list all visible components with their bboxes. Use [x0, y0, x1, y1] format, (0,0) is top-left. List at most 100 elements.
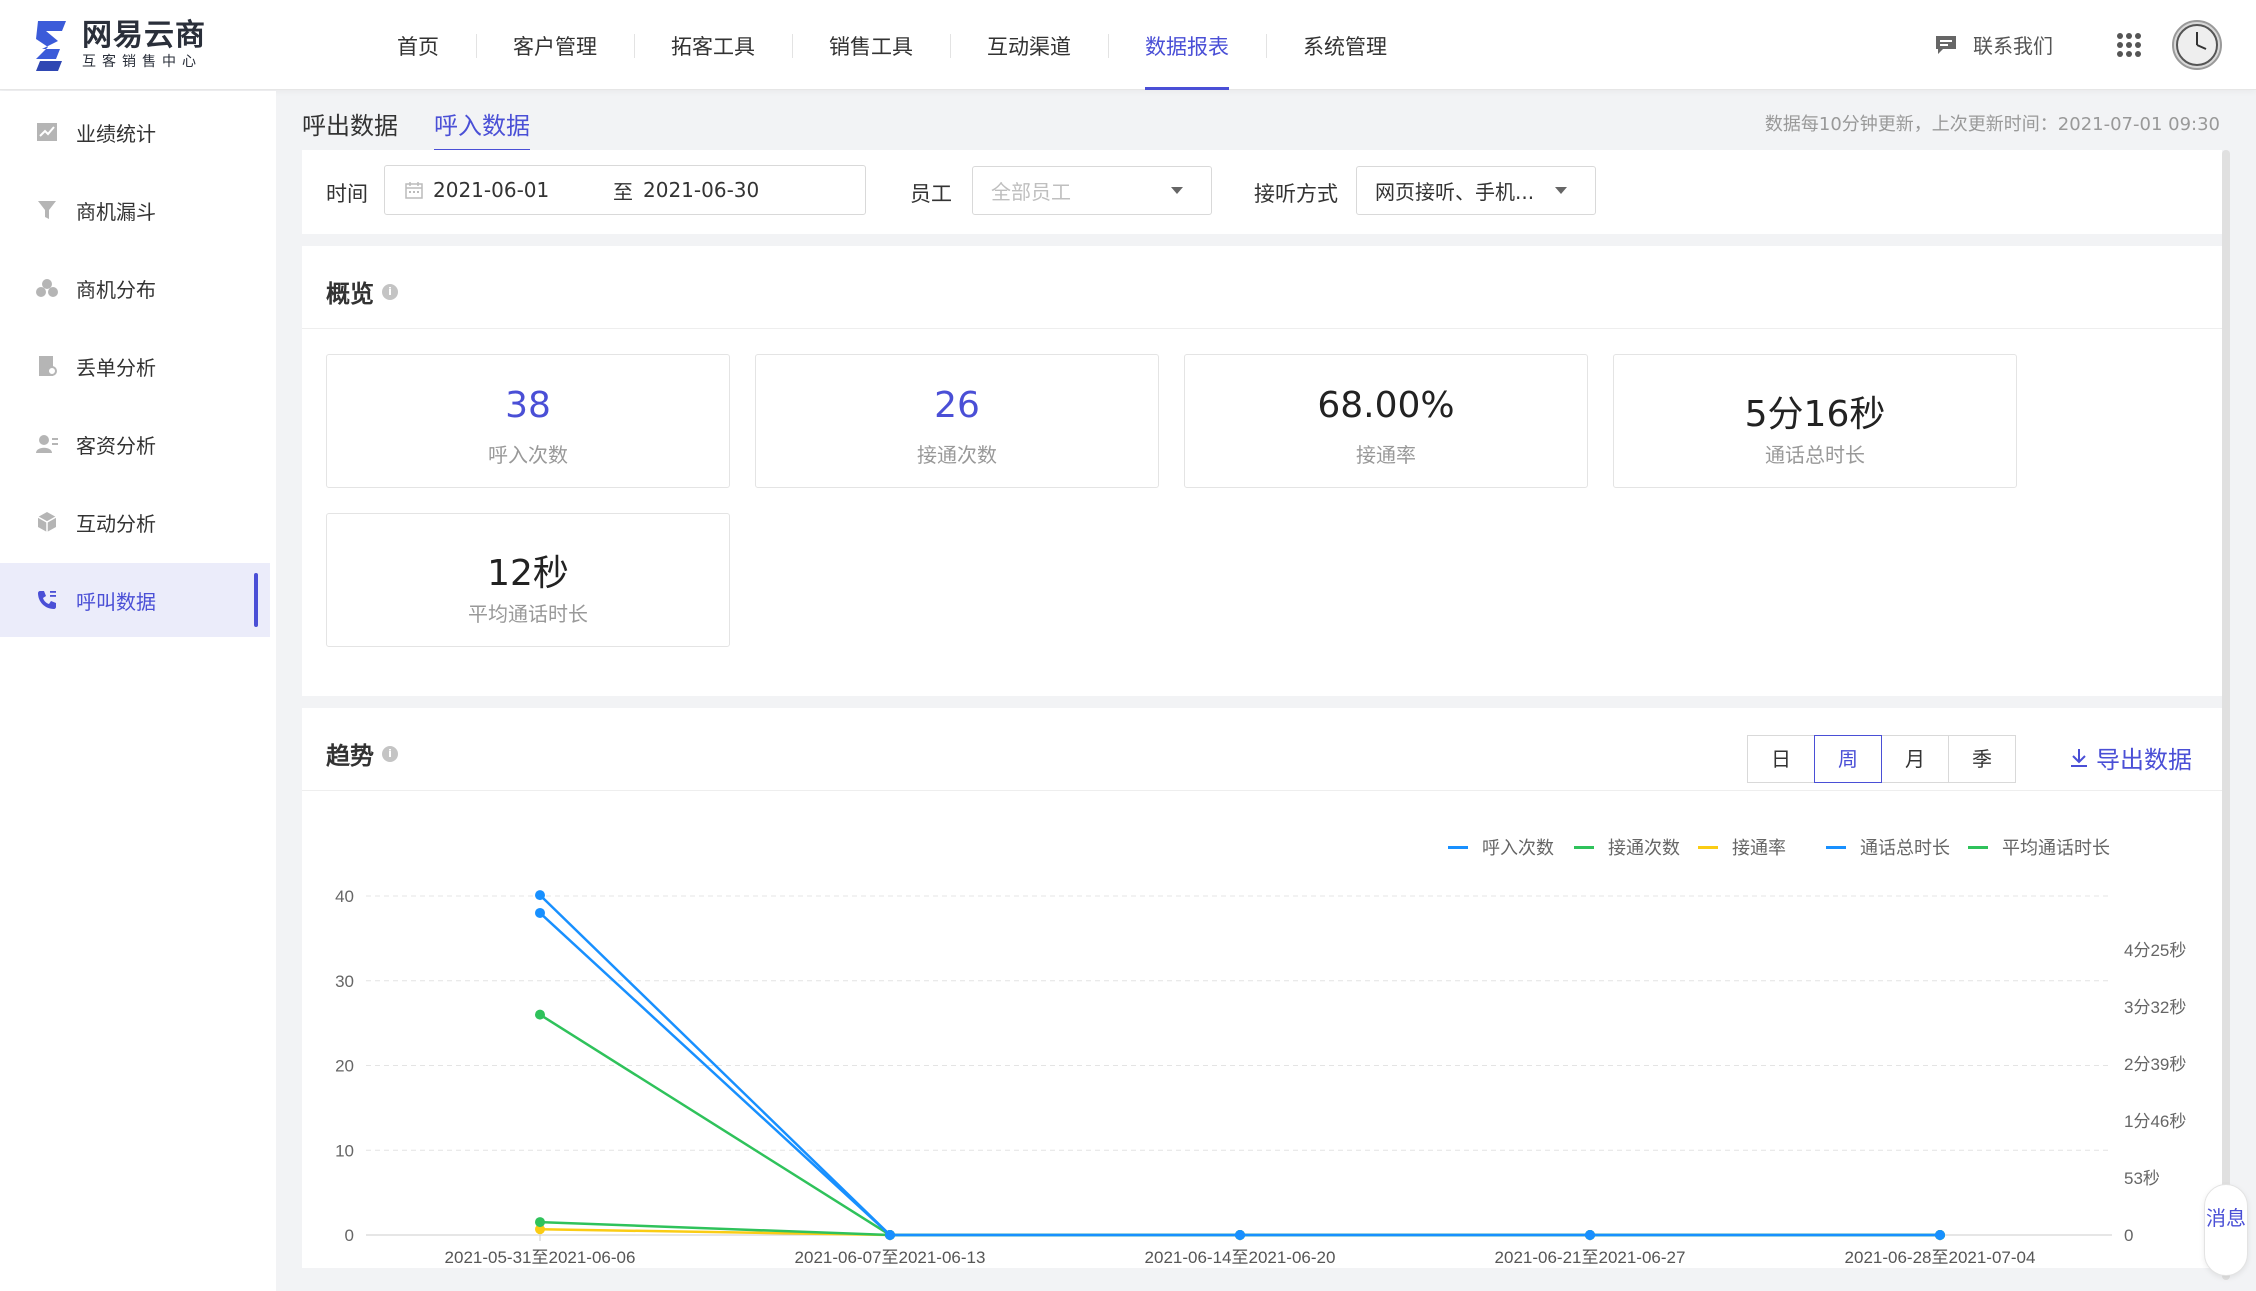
stat-value: 12秒 [487, 553, 569, 594]
page-scrollbar[interactable] [2222, 150, 2230, 1280]
y-right-tick-label: 4分25秒 [2124, 941, 2186, 960]
app-grid-icon[interactable] [2117, 33, 2141, 57]
y-left-tick-label: 40 [335, 887, 354, 906]
legend-item[interactable]: 通话总时长 [1826, 834, 1950, 860]
logo[interactable]: 网易云商 互客销售中心 [32, 16, 206, 74]
sidebar-item-lost-orders[interactable]: 丢单分析 [0, 329, 276, 403]
data-point [1235, 1230, 1245, 1240]
document-icon [36, 355, 58, 377]
y-right-tick-label: 1分46秒 [2124, 1112, 2186, 1131]
data-point [1585, 1230, 1595, 1240]
sidebar-item-label: 丢单分析 [76, 355, 156, 380]
legend-label: 平均通话时长 [2002, 838, 2110, 859]
tab-outbound-data[interactable]: 呼出数据 [302, 106, 398, 152]
cube-icon [36, 511, 58, 533]
data-point [885, 1230, 895, 1240]
staff-select[interactable]: 全部员工 [972, 166, 1212, 215]
sidebar: 业绩统计 商机漏斗 商机分布 丢单分析 客资分析 互动分析 呼叫数据 [0, 91, 276, 1291]
sidebar-item-performance[interactable]: 业绩统计 [0, 95, 276, 169]
data-point [535, 907, 545, 918]
nav-sales-tools[interactable]: 销售工具 [792, 0, 950, 90]
nav-data-reports[interactable]: 数据报表 [1108, 0, 1266, 90]
nav-prospecting-tools[interactable]: 拓客工具 [634, 0, 792, 90]
legend-label: 接通次数 [1608, 838, 1680, 859]
sidebar-item-distribution[interactable]: 商机分布 [0, 251, 276, 325]
y-right-tick-label: 2分39秒 [2124, 1055, 2186, 1074]
x-tick-label: 2021-06-14至2021-06-20 [1145, 1248, 1336, 1267]
data-point [1235, 1230, 1245, 1240]
sidebar-item-label: 商机漏斗 [76, 199, 156, 224]
floating-messages-button[interactable]: 消息 [2204, 1184, 2248, 1276]
data-point [1235, 1230, 1245, 1240]
period-quarter-button[interactable]: 季 [1948, 735, 2016, 783]
y-right-tick-label: 0 [2124, 1226, 2133, 1245]
sidebar-item-label: 商机分布 [76, 277, 156, 302]
series-line-2 [539, 1227, 1940, 1237]
chevron-down-icon [1555, 187, 1567, 194]
data-point [1585, 1230, 1595, 1240]
overview-panel: 概览 i 38 呼入次数 26 接通次数 68.00% 接通率 5分16秒 通话… [302, 246, 2222, 696]
main-nav: 首页 客户管理 拓客工具 销售工具 互动渠道 数据报表 系统管理 [360, 0, 1424, 90]
data-point [1235, 1230, 1245, 1240]
phone-icon [36, 589, 58, 611]
user-card-icon [36, 433, 58, 455]
data-point [1935, 1230, 1945, 1240]
answer-method-label: 接听方式 [1254, 182, 1338, 206]
logo-icon [36, 21, 66, 71]
stat-label: 呼入次数 [488, 443, 568, 467]
stat-value[interactable]: 38 [327, 385, 729, 426]
data-point [1935, 1230, 1945, 1240]
logo-title: 网易云商 [82, 18, 206, 53]
legend-swatch [1448, 845, 1468, 849]
nav-home[interactable]: 首页 [360, 0, 476, 90]
contact-us-link[interactable]: 联系我们 [1935, 30, 2053, 59]
sidebar-item-funnel[interactable]: 商机漏斗 [0, 173, 276, 247]
info-icon[interactable]: i [382, 745, 398, 762]
chat-bubble-icon [1936, 35, 1956, 54]
y-left-tick-label: 20 [335, 1057, 354, 1076]
legend-item[interactable]: 平均通话时长 [1968, 834, 2110, 860]
filter-panel: 时间 2021-06-01 至 2021-06-30 员工 全部员工 接听方式 … [302, 150, 2222, 234]
sidebar-item-call-data[interactable]: 呼叫数据 [0, 563, 270, 637]
tab-inbound-data[interactable]: 呼入数据 [434, 106, 530, 152]
period-month-button[interactable]: 月 [1881, 735, 1949, 783]
legend-swatch [1968, 845, 1988, 849]
sidebar-item-label: 互动分析 [76, 511, 156, 536]
avatar[interactable] [2172, 20, 2222, 70]
legend-item[interactable]: 呼入次数 [1448, 834, 1554, 860]
data-point [1935, 1230, 1945, 1240]
nav-customer-management[interactable]: 客户管理 [476, 0, 634, 90]
data-point [1585, 1230, 1595, 1240]
period-day-button[interactable]: 日 [1747, 735, 1815, 783]
export-data-label: 导出数据 [2096, 746, 2192, 774]
y-left-tick-label: 30 [335, 972, 354, 991]
legend-item[interactable]: 接通率 [1698, 834, 1786, 860]
nav-interaction-channels[interactable]: 互动渠道 [950, 0, 1108, 90]
answer-method-value: 网页接听、手机... [1375, 180, 1535, 204]
legend-item[interactable]: 接通次数 [1574, 834, 1680, 860]
series-line-4 [539, 1220, 1940, 1237]
legend-swatch [1574, 845, 1594, 849]
date-range-picker[interactable]: 2021-06-01 至 2021-06-30 [384, 165, 866, 215]
trend-panel: 趋势 i 日 周 月 季 导出数据 呼入次数 接通次数 接通率 通话总时长 平均通话时长… [302, 708, 2222, 1268]
answer-method-select[interactable]: 网页接听、手机... [1356, 166, 1596, 215]
nav-system-management[interactable]: 系统管理 [1266, 0, 1424, 90]
stat-value[interactable]: 26 [756, 385, 1158, 426]
sidebar-item-customer-analysis[interactable]: 客资分析 [0, 407, 276, 481]
date-end-value[interactable]: 2021-06-30 [643, 178, 759, 202]
date-start-value[interactable]: 2021-06-01 [433, 178, 613, 202]
stat-card-connected-count: 26 接通次数 [755, 354, 1159, 488]
period-week-button[interactable]: 周 [1814, 735, 1882, 783]
data-point [885, 1230, 895, 1240]
download-icon [2071, 748, 2087, 767]
data-point [1585, 1230, 1595, 1240]
data-point [885, 1230, 895, 1240]
data-point [535, 1009, 545, 1020]
data-point [535, 890, 545, 901]
stat-card-connect-rate: 68.00% 接通率 [1184, 354, 1588, 488]
sidebar-item-interaction-analysis[interactable]: 互动分析 [0, 485, 276, 559]
export-data-button[interactable]: 导出数据 [2070, 740, 2192, 775]
data-point [1935, 1230, 1945, 1240]
info-icon[interactable]: i [382, 283, 398, 300]
data-point [535, 1217, 545, 1228]
